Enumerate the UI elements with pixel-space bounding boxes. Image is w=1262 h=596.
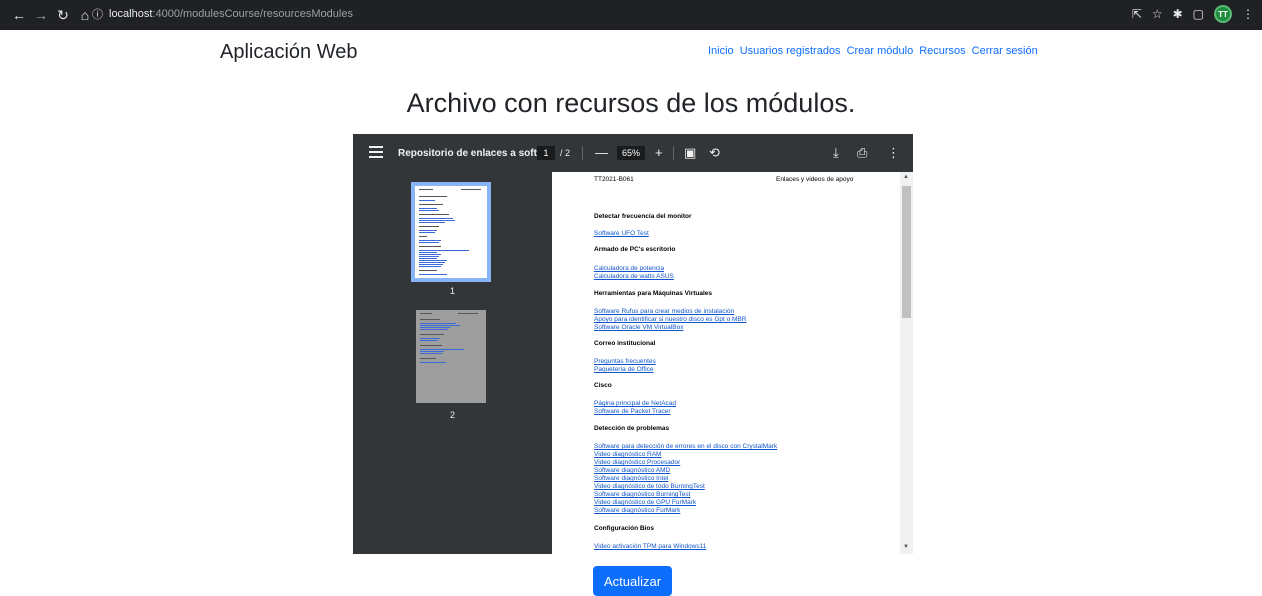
thumbnail-label-2: 2 bbox=[449, 410, 455, 420]
menu-dots-icon[interactable]: ⋮ bbox=[1242, 7, 1254, 21]
browser-actions: ⇱ ☆ ✱ ▢ TT ⋮ bbox=[1132, 5, 1254, 23]
nav-link-usuarios[interactable]: Usuarios registrados bbox=[740, 45, 841, 57]
pdf-title: Repositorio de enlaces a soft... bbox=[398, 148, 546, 159]
download-icon[interactable]: ⤓ bbox=[833, 145, 839, 161]
zoom-out-icon[interactable]: — bbox=[595, 145, 608, 160]
doc-link[interactable]: Software Rufus para crear medios de inst… bbox=[594, 308, 734, 315]
menu-icon[interactable] bbox=[369, 146, 383, 158]
address-bar[interactable]: ⓘ localhost :4000/modulesCourse/resource… bbox=[92, 4, 1102, 24]
doc-link[interactable]: Software diagnóstico BurningTest bbox=[594, 491, 690, 498]
doc-header-code: TT2021-B061 bbox=[594, 176, 634, 183]
main-nav: Inicio Usuarios registrados Crear módulo… bbox=[708, 45, 1038, 57]
section-heading: Detección de problemas bbox=[594, 425, 670, 432]
doc-link[interactable]: Software diagnóstico Intel bbox=[594, 475, 668, 482]
section-heading: Configuración Bios bbox=[594, 525, 654, 532]
pdf-viewer[interactable]: Repositorio de enlaces a soft... 1 / 2 —… bbox=[353, 134, 913, 554]
thumbnail-label-1: 1 bbox=[449, 286, 455, 296]
rotate-icon[interactable]: ⟲ bbox=[709, 145, 720, 161]
page-title: Archivo con recursos de los módulos. bbox=[406, 88, 856, 118]
fit-page-icon[interactable]: ▣ bbox=[684, 145, 696, 161]
doc-link[interactable]: Calculadora de watts ASUS bbox=[594, 273, 674, 280]
doc-link[interactable]: Software para detección de errores en el… bbox=[594, 443, 777, 450]
nav-link-recursos[interactable]: Recursos bbox=[919, 45, 965, 57]
zoom-input[interactable]: 65% bbox=[617, 146, 645, 160]
doc-link[interactable]: Preguntas frecuentes bbox=[594, 358, 656, 365]
doc-link[interactable]: Video diagnóstico de todo BurningTest bbox=[594, 483, 705, 490]
info-icon[interactable]: ⓘ bbox=[92, 6, 103, 22]
section-heading: Cisco bbox=[594, 382, 612, 389]
scroll-down-icon[interactable]: ▼ bbox=[903, 544, 909, 550]
brand-title[interactable]: Aplicación Web bbox=[220, 41, 357, 64]
print-icon[interactable]: ⎙ bbox=[857, 145, 867, 161]
avatar[interactable]: TT bbox=[1214, 5, 1232, 23]
pdf-page-view[interactable]: TT2021-B061 Enlaces y videos de apoyo De… bbox=[552, 172, 900, 554]
doc-header-subject: Enlaces y videos de apoyo bbox=[776, 176, 854, 183]
page-total: / 2 bbox=[560, 148, 571, 158]
doc-link[interactable]: Página principal de NetAcad bbox=[594, 400, 676, 407]
thumbnail-page-1[interactable] bbox=[411, 182, 491, 282]
forward-arrow-icon[interactable]: → bbox=[32, 6, 50, 24]
scroll-thumb[interactable] bbox=[902, 186, 911, 318]
doc-link[interactable]: Video diagnóstico Procesador bbox=[594, 459, 680, 466]
doc-link[interactable]: Software Oracle VM VirtualBox bbox=[594, 324, 683, 331]
doc-link[interactable]: Software de Packet Tracer bbox=[594, 408, 671, 415]
scroll-up-icon[interactable]: ▲ bbox=[903, 174, 909, 180]
doc-link[interactable]: Video diagnóstico de GPU FurMark bbox=[594, 499, 696, 506]
doc-link[interactable]: Video diagnóstico RAM bbox=[594, 451, 661, 458]
thumbnail-sidebar: 1 2 bbox=[353, 172, 552, 554]
nav-link-inicio[interactable]: Inicio bbox=[708, 45, 734, 57]
nav-link-crear-modulo[interactable]: Crear módulo bbox=[847, 45, 914, 57]
url-host: localhost bbox=[109, 8, 153, 20]
doc-link[interactable]: Software diagnóstico FurMark bbox=[594, 507, 680, 514]
doc-link[interactable]: Apoyo para identificar si nuestro disco … bbox=[594, 316, 746, 323]
doc-link[interactable]: Software diagnóstico AMD bbox=[594, 467, 670, 474]
pdf-scrollbar[interactable]: ▲ ▼ bbox=[900, 172, 913, 554]
doc-link[interactable]: Paquetería de Office bbox=[594, 366, 654, 373]
more-options-icon[interactable]: ⋮ bbox=[887, 145, 900, 161]
url-path: :4000/modulesCourse/resourcesModules bbox=[152, 8, 353, 20]
section-heading: Herramientas para Máquinas Virtuales bbox=[594, 290, 713, 297]
doc-link[interactable]: Video activación TPM para Windows11 bbox=[594, 543, 706, 550]
extension-icon[interactable]: ✱ bbox=[1173, 7, 1183, 21]
star-icon[interactable]: ☆ bbox=[1152, 7, 1163, 21]
doc-link[interactable]: Calculadora de potencia bbox=[594, 265, 664, 272]
doc-link[interactable]: Software UFO Test bbox=[594, 230, 649, 237]
section-heading: Correo institucional bbox=[594, 340, 656, 347]
zoom-in-icon[interactable]: + bbox=[655, 145, 663, 160]
section-heading: Detectar frecuencia del monitor bbox=[594, 213, 692, 220]
thumbnail-page-2[interactable] bbox=[416, 310, 486, 403]
toolbar-divider bbox=[673, 146, 674, 160]
page-number-input[interactable]: 1 bbox=[537, 146, 555, 160]
browser-chrome: ← → ↻ ⌂ ⓘ localhost :4000/modulesCourse/… bbox=[0, 0, 1262, 30]
nav-link-cerrar-sesion[interactable]: Cerrar sesión bbox=[972, 45, 1038, 57]
reload-icon[interactable]: ↻ bbox=[54, 6, 72, 24]
share-icon[interactable]: ⇱ bbox=[1132, 7, 1142, 21]
update-button[interactable]: Actualizar bbox=[593, 566, 672, 596]
toolbar-divider bbox=[582, 146, 583, 160]
section-heading: Armado de PC's escritorio bbox=[594, 246, 676, 253]
back-arrow-icon[interactable]: ← bbox=[10, 6, 28, 24]
pdf-toolbar: Repositorio de enlaces a soft... 1 / 2 —… bbox=[353, 134, 913, 172]
sidepanel-icon[interactable]: ▢ bbox=[1193, 7, 1204, 21]
